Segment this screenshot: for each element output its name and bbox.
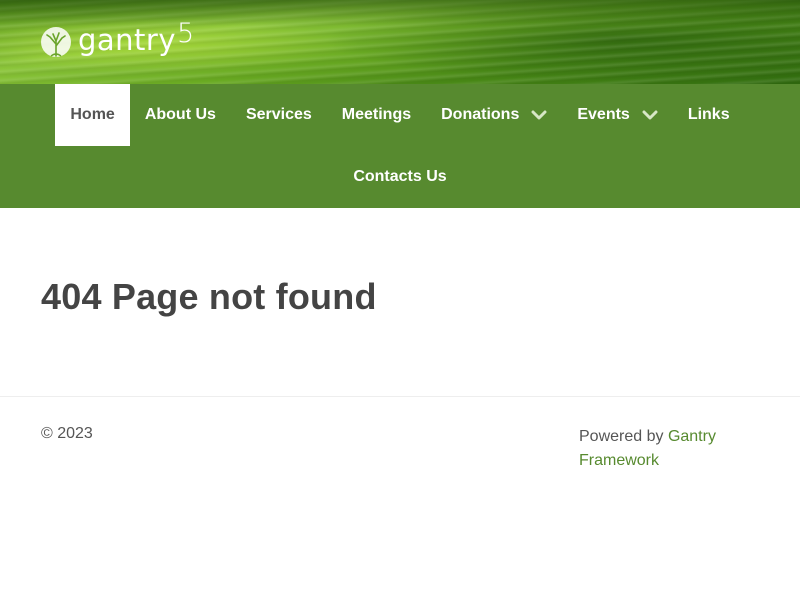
nav-item-contacts-us[interactable]: Contacts Us bbox=[338, 146, 461, 208]
nav-row-primary: Home About Us Services Meetings Donation… bbox=[0, 84, 800, 146]
chevron-down-icon bbox=[531, 110, 547, 120]
nav-item-links[interactable]: Links bbox=[673, 84, 745, 146]
tree-logo-icon bbox=[41, 27, 71, 57]
nav-item-meetings[interactable]: Meetings bbox=[327, 84, 426, 146]
site-header: gantry 5 bbox=[0, 0, 800, 84]
nav-item-label: Services bbox=[245, 106, 312, 123]
powered-by-prefix: Powered by bbox=[579, 428, 668, 445]
nav-item-label: Donations bbox=[441, 106, 520, 123]
site-logo[interactable]: gantry 5 bbox=[40, 17, 195, 62]
nav-item-label: About Us bbox=[144, 106, 216, 123]
site-footer: © 2023 Powered by Gantry Framework bbox=[0, 396, 800, 600]
page-title: 404 Page not found bbox=[41, 276, 377, 317]
logo-version: 5 bbox=[177, 17, 195, 49]
nav-item-label: Links bbox=[687, 106, 730, 123]
main-content: 404 Page not found bbox=[0, 208, 800, 396]
main-navigation: Home About Us Services Meetings Donation… bbox=[0, 84, 800, 208]
nav-item-label: Contacts Us bbox=[353, 168, 447, 185]
copyright-text: © 2023 bbox=[41, 425, 93, 442]
nav-item-about-us[interactable]: About Us bbox=[130, 84, 231, 146]
gantry-link[interactable]: Gantry bbox=[668, 428, 716, 445]
framework-link[interactable]: Framework bbox=[579, 452, 659, 469]
nav-item-home[interactable]: Home bbox=[55, 84, 130, 146]
powered-by-text: Powered by Gantry Framework bbox=[579, 425, 779, 473]
nav-row-secondary: Contacts Us bbox=[0, 146, 800, 208]
logo-wordmark: gantry bbox=[78, 22, 177, 57]
nav-item-services[interactable]: Services bbox=[231, 84, 327, 146]
nav-item-events[interactable]: Events bbox=[562, 84, 672, 146]
chevron-down-icon bbox=[642, 110, 658, 120]
nav-item-donations[interactable]: Donations bbox=[426, 84, 562, 146]
nav-item-label: Events bbox=[577, 106, 630, 123]
nav-item-label: Meetings bbox=[341, 106, 412, 123]
nav-item-label: Home bbox=[70, 106, 115, 123]
